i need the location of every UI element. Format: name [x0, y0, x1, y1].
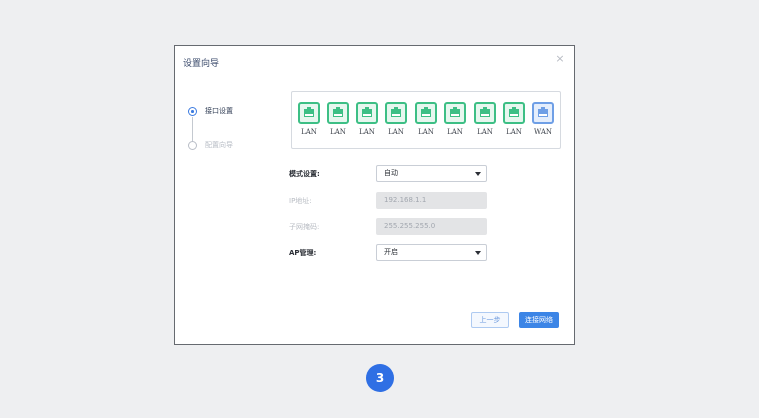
mode-label: 模式设置: — [289, 170, 320, 178]
port-label: LAN — [301, 128, 317, 136]
port-label: WAN — [533, 128, 553, 136]
step-inactive-radio-icon — [188, 141, 197, 150]
ethernet-port-icon — [385, 102, 407, 124]
port-label: LAN — [359, 128, 375, 136]
port-lan-2: LAN — [325, 102, 351, 136]
port-label: LAN — [388, 128, 404, 136]
mask-field: 255.255.255.0 — [376, 218, 487, 235]
ethernet-port-icon — [415, 102, 437, 124]
port-lan-4: LAN — [383, 102, 409, 136]
prev-button[interactable]: 上一步 — [471, 312, 509, 328]
port-lan-3: LAN — [354, 102, 380, 136]
port-label: LAN — [418, 128, 434, 136]
ethernet-port-icon — [444, 102, 466, 124]
step-active-radio-icon — [188, 107, 197, 116]
ethernet-port-icon — [356, 102, 378, 124]
step-label: 配置向导 — [205, 141, 233, 149]
port-wan: WAN — [530, 102, 556, 136]
setup-wizard-dialog: 设置向导 × 接口设置 配置向导 LAN LAN LAN LAN LAN LAN… — [174, 45, 575, 345]
port-label: LAN — [506, 128, 522, 136]
dialog-title: 设置向导 — [183, 59, 220, 69]
mask-label: 子网掩码: — [289, 223, 320, 231]
port-label: LAN — [477, 128, 493, 136]
mode-select[interactable]: 自动 — [376, 165, 487, 182]
port-panel: LAN LAN LAN LAN LAN LAN LAN LAN WAN — [291, 91, 561, 149]
port-lan-1: LAN — [296, 102, 322, 136]
ap-label: AP管理: — [289, 249, 317, 257]
step-label: 接口设置 — [205, 107, 233, 115]
step-connector — [192, 117, 193, 142]
port-lan-8: LAN — [501, 102, 527, 136]
port-lan-5: LAN — [413, 102, 439, 136]
ethernet-port-icon — [327, 102, 349, 124]
port-lan-7: LAN — [472, 102, 498, 136]
ip-field: 192.168.1.1 — [376, 192, 487, 209]
connect-network-button[interactable]: 连接网络 — [519, 312, 559, 328]
caret-down-icon — [475, 251, 481, 255]
close-icon[interactable]: × — [555, 53, 565, 64]
ip-label: IP地址: — [289, 197, 312, 205]
ap-value: 开启 — [384, 248, 398, 256]
ethernet-port-icon — [503, 102, 525, 124]
caret-down-icon — [475, 172, 481, 176]
port-label: LAN — [447, 128, 463, 136]
ethernet-port-icon — [474, 102, 496, 124]
port-lan-6: LAN — [442, 102, 468, 136]
ethernet-port-icon — [298, 102, 320, 124]
mode-value: 自动 — [384, 169, 398, 177]
ethernet-port-icon — [532, 102, 554, 124]
step-number-badge: 3 — [366, 364, 394, 392]
ap-select[interactable]: 开启 — [376, 244, 487, 261]
port-label: LAN — [330, 128, 346, 136]
